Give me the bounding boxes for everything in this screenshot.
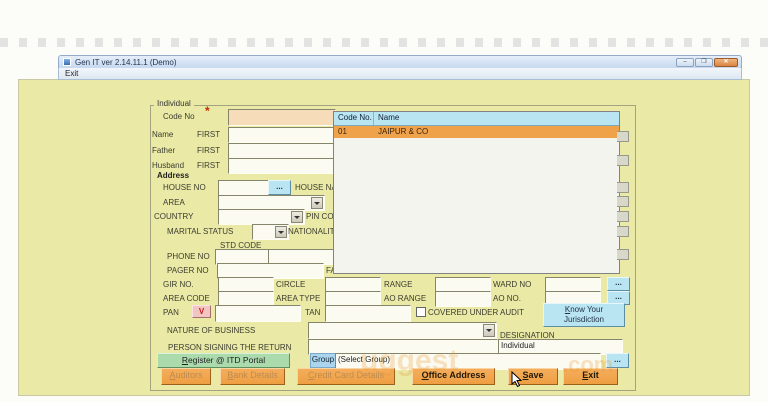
nature-of-business-label: NATURE OF BUSINESS xyxy=(167,326,255,335)
pan-input[interactable] xyxy=(215,305,301,322)
group-browse-button[interactable]: ... xyxy=(606,353,629,368)
dropdown-arrow-icon xyxy=(275,226,287,238)
covered-under-audit-label: COVERED UNDER AUDIT xyxy=(428,308,524,317)
range-label: RANGE xyxy=(384,280,412,289)
name-first-label: FIRST xyxy=(197,130,220,139)
window-icon xyxy=(63,58,71,66)
hidden-control-stub xyxy=(617,226,629,237)
person-signing-label: PERSON SIGNING THE RETURN xyxy=(168,343,291,352)
house-no-label: HOUSE NO xyxy=(163,183,206,192)
covered-under-audit-checkbox[interactable] xyxy=(416,307,426,317)
ao-range-label: AO RANGE xyxy=(384,294,426,303)
filmstrip-decoration xyxy=(0,38,768,47)
auditors-button[interactable]: Auditors xyxy=(161,368,211,385)
father-input[interactable] xyxy=(228,143,336,159)
hidden-control-stub xyxy=(617,196,629,207)
father-first-label: FIRST xyxy=(197,146,220,155)
office-address-button[interactable]: Office Address xyxy=(412,368,495,385)
lookup-cell-name: JAIPUR & CO xyxy=(374,126,428,138)
name-input[interactable] xyxy=(228,127,336,143)
menu-bar: Exit xyxy=(58,68,742,80)
father-label: Father xyxy=(152,146,175,155)
ward-no-label: WARD NO xyxy=(493,280,531,289)
area-code-label: AREA CODE xyxy=(163,294,210,303)
pan-label: PAN xyxy=(163,308,179,317)
individual-groupbox-legend: Individual xyxy=(154,99,194,108)
close-button-icon[interactable]: ✕ xyxy=(714,58,738,67)
dropdown-arrow-icon xyxy=(311,197,323,209)
exit-button[interactable]: Exit xyxy=(563,368,618,385)
lookup-header-code[interactable]: Code No. xyxy=(334,112,374,125)
country-combo[interactable] xyxy=(218,209,305,225)
pan-verify-button[interactable]: V xyxy=(192,305,211,318)
address-section-title: Address xyxy=(157,171,189,180)
lookup-header-row: Code No. Name xyxy=(334,112,619,126)
phone-no-label: PHONE NO xyxy=(167,252,210,261)
circle-label: CIRCLE xyxy=(276,280,305,289)
menu-item-exit[interactable]: Exit xyxy=(65,69,78,78)
marital-status-label: MARITAL STATUS xyxy=(167,227,233,236)
marital-status-combo[interactable] xyxy=(252,224,289,240)
minimize-button-icon[interactable]: – xyxy=(676,58,694,67)
required-asterisk: * xyxy=(205,106,210,116)
nature-of-business-combo[interactable] xyxy=(308,322,497,339)
credit-card-details-button[interactable]: Credit Card Details xyxy=(297,368,395,385)
ao-range-input[interactable] xyxy=(435,291,491,307)
hidden-control-stub xyxy=(617,131,629,142)
area-type-label: AREA TYPE xyxy=(276,294,320,303)
mouse-cursor xyxy=(511,371,523,393)
hidden-control-stub xyxy=(617,182,629,193)
bank-details-button[interactable]: Bank Details xyxy=(220,368,285,385)
maximize-button-icon[interactable]: ❐ xyxy=(695,58,713,67)
code-no-input[interactable] xyxy=(228,109,336,126)
husband-first-label: FIRST xyxy=(197,161,220,170)
code-no-label: Code No xyxy=(163,112,195,121)
pager-no-label: PAGER NO xyxy=(167,266,209,275)
tan-input[interactable] xyxy=(325,305,411,322)
group-button[interactable]: Group xyxy=(310,353,336,368)
ward-browse-button[interactable]: ... xyxy=(607,277,630,291)
screen: Gen IT ver 2.14.11.1 (Demo) – ❐ ✕ Exit I… xyxy=(0,0,768,402)
lookup-row-selected[interactable]: 01 JAIPUR & CO xyxy=(334,126,619,138)
code-lookup-panel: Code No. Name 01 JAIPUR & CO xyxy=(333,111,620,274)
name-label: Name xyxy=(152,130,173,139)
husband-input[interactable] xyxy=(228,158,336,174)
gir-no-label: GIR NO. xyxy=(163,280,194,289)
hidden-control-stub xyxy=(617,249,629,260)
dropdown-arrow-icon xyxy=(483,324,495,337)
area-label: AREA xyxy=(163,198,185,207)
register-itd-portal-button[interactable]: Register @ ITD Portal xyxy=(157,353,290,368)
lookup-cell-code: 01 xyxy=(334,126,374,138)
country-label: COUNTRY xyxy=(154,212,193,221)
hidden-control-stub xyxy=(617,155,629,166)
know-your-jurisdiction-button[interactable]: Know Your Jurisdiction xyxy=(543,303,625,327)
dropdown-arrow-icon xyxy=(291,211,303,223)
tan-label: TAN xyxy=(305,308,320,317)
husband-label: Husband xyxy=(152,161,184,170)
ao-no-label: AO NO. xyxy=(493,294,521,303)
window-title: Gen IT ver 2.14.11.1 (Demo) xyxy=(75,58,177,67)
hidden-control-stub xyxy=(617,211,629,222)
title-bar[interactable]: Gen IT ver 2.14.11.1 (Demo) – ❐ ✕ xyxy=(58,55,742,69)
house-browse-button[interactable]: ... xyxy=(268,180,291,195)
lookup-header-name[interactable]: Name xyxy=(374,112,399,125)
